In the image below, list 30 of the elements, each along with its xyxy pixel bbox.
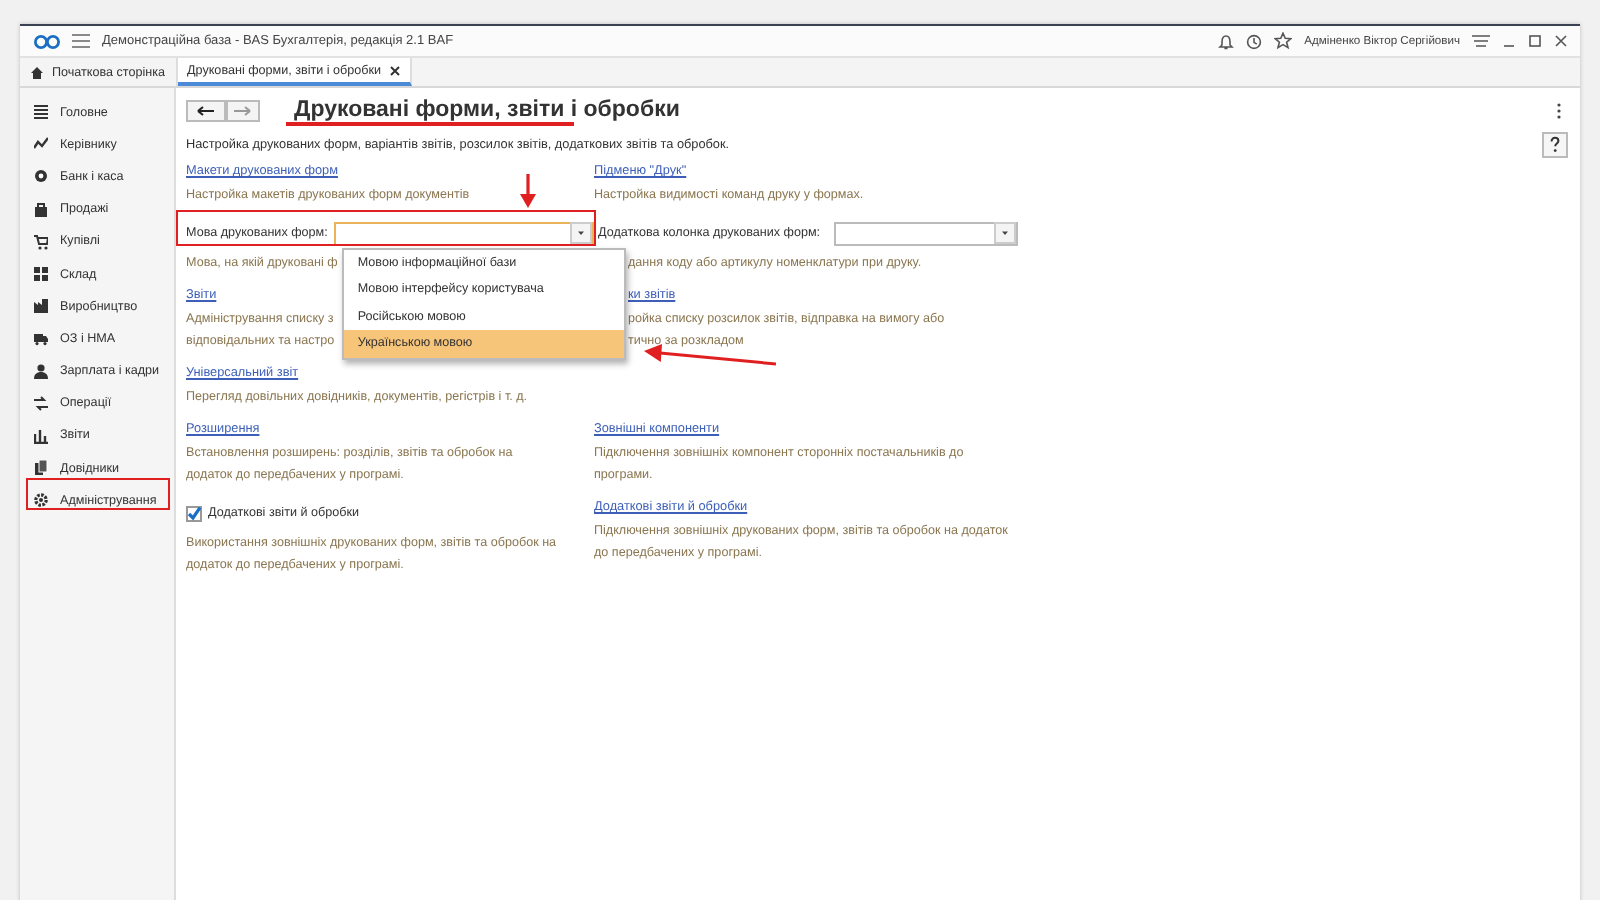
trend-icon xyxy=(34,136,48,153)
page-title: Друковані форми, звіти і обробки xyxy=(294,98,680,122)
logo-icon xyxy=(34,33,60,49)
bag-icon xyxy=(34,201,48,218)
combo-field[interactable] xyxy=(834,221,1019,245)
menu-icon[interactable] xyxy=(72,34,90,48)
bar-chart-icon xyxy=(34,427,48,444)
checkbox[interactable] xyxy=(186,505,202,521)
maximize-icon[interactable] xyxy=(1528,34,1542,48)
annotation-frame xyxy=(26,478,170,510)
list-icon xyxy=(34,104,48,121)
history-icon[interactable] xyxy=(1246,33,1263,49)
coin-icon xyxy=(34,168,48,185)
truck-icon xyxy=(34,330,48,347)
annotation-arrow xyxy=(520,174,536,208)
books-icon xyxy=(34,460,48,477)
more-icon[interactable] xyxy=(1556,101,1562,119)
gear-icon xyxy=(34,492,48,509)
home-icon xyxy=(30,65,44,79)
person-icon xyxy=(34,363,48,380)
star-icon[interactable] xyxy=(1274,32,1293,50)
help-icon[interactable] xyxy=(1542,132,1568,158)
factory-icon xyxy=(34,298,48,315)
close-icon[interactable] xyxy=(1554,34,1568,48)
close-icon[interactable] xyxy=(389,65,400,75)
grid-icon xyxy=(34,266,48,283)
cart-icon xyxy=(34,233,48,250)
bell-icon[interactable] xyxy=(1218,33,1235,49)
swap-icon xyxy=(34,395,48,412)
menu-icon[interactable] xyxy=(1472,33,1490,49)
